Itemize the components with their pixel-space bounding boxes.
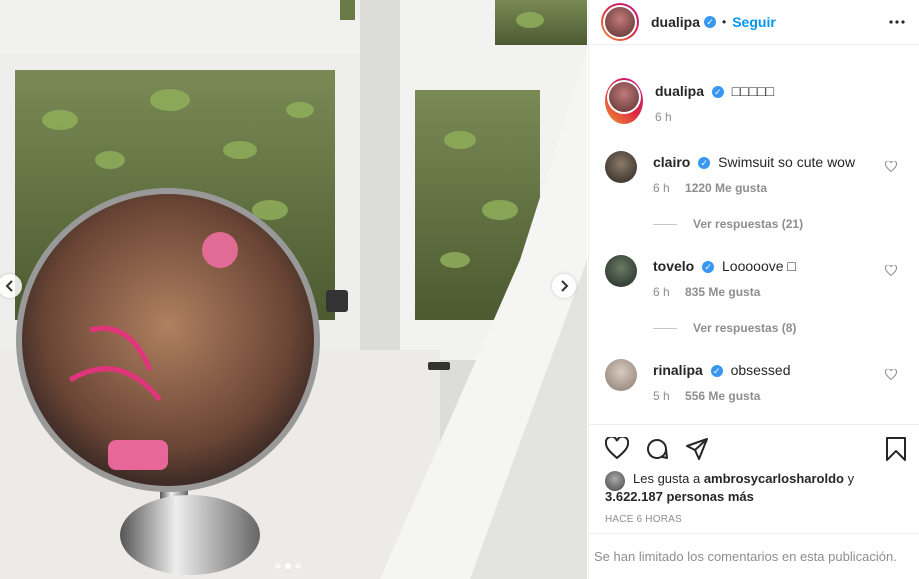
verified-badge-icon: ✓ [710,365,723,378]
chevron-right-icon [561,280,569,292]
carousel-indicator [275,563,301,569]
share-icon[interactable] [685,437,709,461]
comment-avatar[interactable] [605,255,637,287]
comment-item: tovelo ✓ Looooove □ 6 h 835 Me gusta [605,255,796,299]
comment-avatar[interactable] [605,151,637,183]
caption-time: 6 h [655,110,672,124]
likes-summary: Les gusta a ambrosycarlosharoldo y 3.622… [605,470,854,506]
comment-time: 6 h [653,285,670,299]
view-replies-label: Ver respuestas (8) [693,321,797,335]
action-bar [589,424,919,469]
comments-limited-text: Se han limitado los comentarios en esta … [594,549,897,564]
heart-icon[interactable] [605,437,629,459]
comment-icon[interactable] [645,437,669,461]
comment-text: Looooove □ [722,258,796,274]
verified-badge-icon: ✓ [704,16,717,28]
carousel-next-button[interactable] [552,274,576,298]
comment-time: 6 h [653,181,670,195]
post-photo[interactable] [0,0,587,579]
verified-badge-icon: ✓ [698,157,711,170]
comment-item: rinalipa ✓ obsessed 5 h 556 Me gusta [605,359,791,403]
post-side-panel: dualipa ✓ • Seguir dualipa ✓ □□□□□ 6 h c… [588,0,919,579]
caption-text: □□□□□ [731,83,775,99]
more-horizontal-icon[interactable] [889,20,905,24]
comment-time: 5 h [653,389,670,403]
verified-badge-icon: ✓ [711,86,724,99]
comment-item: clairo ✓ Swimsuit so cute wow 6 h 1220 M… [605,151,855,195]
carousel-dot [295,563,301,569]
comment-username[interactable]: tovelo [653,258,694,274]
caption: dualipa ✓ □□□□□ 6 h [605,78,774,124]
comment-text: Swimsuit so cute wow [718,154,856,170]
likes-prefix: Les gusta a [633,471,704,486]
header-username[interactable]: dualipa [651,14,700,30]
comment-likes[interactable]: 835 Me gusta [685,285,760,299]
comment-username[interactable]: clairo [653,154,690,170]
carousel-dot-active [285,563,291,569]
view-replies-label: Ver respuestas (21) [693,217,804,231]
heart-icon[interactable] [885,265,897,276]
comment-likes[interactable]: 556 Me gusta [685,389,760,403]
carousel-dot [275,563,281,569]
caption-avatar[interactable] [605,78,643,124]
liker-username[interactable]: ambrosycarlosharoldo [704,471,844,486]
heart-icon[interactable] [885,161,897,172]
comments-limited-notice: Se han limitado los comentarios en esta … [589,533,919,579]
comment-username[interactable]: rinalipa [653,362,703,378]
avatar[interactable] [601,3,639,41]
separator: • [722,15,727,29]
heart-icon[interactable] [885,369,897,380]
photo-scene [0,0,587,579]
likes-count[interactable]: 3.622.187 personas más [605,489,754,504]
bookmark-icon[interactable] [885,437,907,461]
view-replies-button[interactable]: Ver respuestas (21) [653,217,803,231]
chevron-left-icon [5,280,13,292]
comment-text: obsessed [730,362,791,378]
view-replies-button[interactable]: Ver respuestas (8) [653,321,796,335]
comment-likes[interactable]: 1220 Me gusta [685,181,767,195]
comment-avatar[interactable] [605,359,637,391]
likes-suffix: y [843,471,855,486]
post-timestamp[interactable]: HACE 6 HORAS [605,514,682,525]
post-header: dualipa ✓ • Seguir [589,0,919,45]
follow-button[interactable]: Seguir [732,14,776,30]
verified-badge-icon: ✓ [702,261,715,274]
caption-username[interactable]: dualipa [655,83,704,99]
